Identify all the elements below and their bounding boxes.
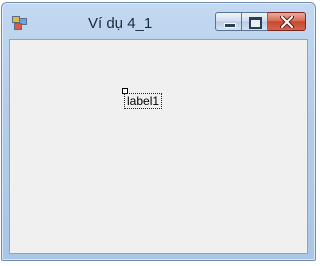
maximize-icon — [249, 17, 262, 29]
minimize-button[interactable] — [215, 12, 242, 31]
caption-buttons — [215, 12, 306, 33]
close-icon — [268, 13, 305, 30]
title-bar[interactable]: Ví dụ 4_1 — [2, 3, 315, 41]
label1[interactable]: label1 — [124, 93, 163, 109]
maximize-button[interactable] — [242, 12, 268, 31]
close-button[interactable] — [268, 12, 306, 31]
minimize-icon — [224, 23, 236, 28]
form-client-area[interactable]: label1 — [9, 39, 308, 254]
window-title: Ví dụ 4_1 — [88, 15, 153, 32]
app-window: Ví dụ 4_1 label1 — [1, 2, 316, 261]
form-icon[interactable] — [12, 16, 28, 30]
